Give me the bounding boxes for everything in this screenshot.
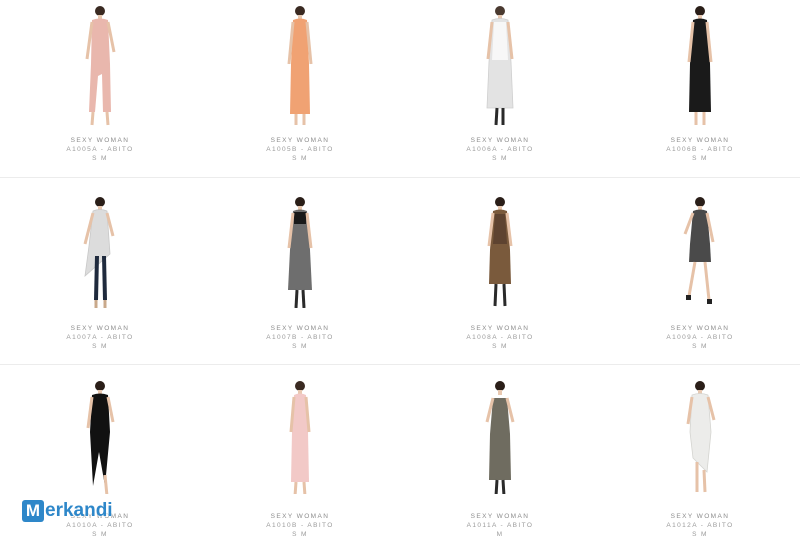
product-image[interactable] <box>65 4 135 128</box>
product-image[interactable] <box>465 4 535 128</box>
product-card[interactable]: SEXY WOMAN A1005A - ABITO S M <box>0 0 200 186</box>
product-row: SEXY WOMAN A1007A - ABITO S M SEXY WOMAN… <box>0 180 800 366</box>
product-image[interactable] <box>665 4 735 128</box>
product-sizes: S M <box>692 343 708 350</box>
product-card[interactable]: SEXY WOMAN A1010B - ABITO S M <box>200 366 400 552</box>
product-card[interactable]: SEXY WOMAN A1008A - ABITO S M <box>400 180 600 366</box>
product-image[interactable] <box>265 184 335 308</box>
product-card[interactable]: SEXY WOMAN A1007B - ABITO S M <box>200 180 400 366</box>
product-card[interactable]: SEXY WOMAN A1005B - ABITO S M <box>200 0 400 186</box>
product-sizes: S M <box>692 531 708 538</box>
product-card[interactable]: SEXY WOMAN A1006B - ABITO S M <box>600 0 800 186</box>
product-row: SEXY WOMAN A1010A - ABITO S M SEXY WOMAN… <box>0 366 800 552</box>
product-image[interactable] <box>465 370 535 494</box>
product-image[interactable] <box>465 184 535 308</box>
product-image[interactable] <box>65 370 135 494</box>
product-sizes: S M <box>92 531 108 538</box>
product-sizes: S M <box>92 155 108 162</box>
product-sizes: M <box>496 531 504 538</box>
merkandi-watermark: M erkandi <box>22 499 113 523</box>
product-card[interactable]: SEXY WOMAN A1007A - ABITO S M <box>0 180 200 366</box>
product-sizes: S M <box>492 155 508 162</box>
product-image[interactable] <box>265 370 335 494</box>
product-grid: SEXY WOMAN A1005A - ABITO S M SEXY WOMAN… <box>0 0 800 548</box>
product-card[interactable]: SEXY WOMAN A1006A - ABITO S M <box>400 0 600 186</box>
product-card[interactable]: SEXY WOMAN A1011A - ABITO M <box>400 366 600 552</box>
product-sizes: S M <box>292 531 308 538</box>
product-row: SEXY WOMAN A1005A - ABITO S M SEXY WOMAN… <box>0 0 800 186</box>
product-image[interactable] <box>265 4 335 128</box>
product-card[interactable]: SEXY WOMAN A1009A - ABITO S M <box>600 180 800 366</box>
product-image[interactable] <box>665 370 735 494</box>
product-sizes: S M <box>692 155 708 162</box>
product-card[interactable]: SEXY WOMAN A1010A - ABITO S M <box>0 366 200 552</box>
merkandi-logo-icon: M <box>22 500 44 522</box>
product-sizes: S M <box>492 343 508 350</box>
product-card[interactable]: SEXY WOMAN A1012A - ABITO S M <box>600 366 800 552</box>
product-image[interactable] <box>65 184 135 308</box>
product-sizes: S M <box>292 343 308 350</box>
watermark-text: erkandi <box>45 500 113 521</box>
product-image[interactable] <box>665 184 735 308</box>
product-sizes: S M <box>92 343 108 350</box>
product-sizes: S M <box>292 155 308 162</box>
